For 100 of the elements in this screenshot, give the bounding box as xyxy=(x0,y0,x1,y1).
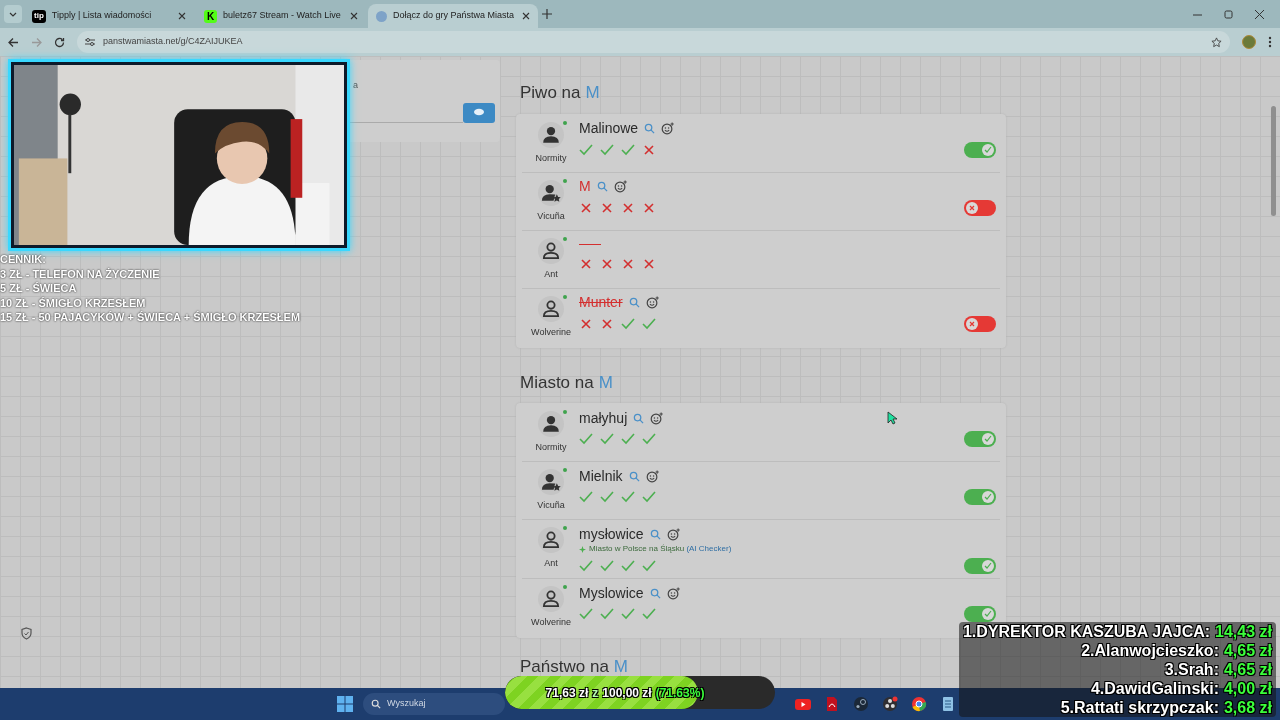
answer-text: Munter xyxy=(579,293,623,312)
browser-icon[interactable] xyxy=(911,696,927,712)
check-icon[interactable] xyxy=(579,560,593,572)
maximize-icon[interactable] xyxy=(1224,10,1233,19)
cross-icon[interactable] xyxy=(600,317,614,330)
check-icon[interactable] xyxy=(600,608,614,620)
cross-icon[interactable] xyxy=(642,201,656,214)
vote-toggle[interactable] xyxy=(964,199,996,216)
scrollbar-thumb[interactable] xyxy=(1271,106,1276,216)
cross-icon[interactable] xyxy=(600,257,614,270)
answer-text: Mielnik xyxy=(579,466,623,486)
close-icon[interactable] xyxy=(350,12,358,20)
emoji-add-icon[interactable] xyxy=(645,469,659,483)
notepad-icon[interactable] xyxy=(940,696,956,712)
donor-name: 2.Alanwojcieszko: xyxy=(1081,641,1219,660)
check-icon[interactable] xyxy=(642,608,656,620)
cross-icon[interactable] xyxy=(579,317,593,330)
player-name: Normity xyxy=(535,441,567,454)
browser-tab[interactable]: tip Tipply | Lista wiadomości xyxy=(24,4,194,28)
check-icon[interactable] xyxy=(642,317,656,330)
profile-avatar-icon[interactable] xyxy=(1242,35,1256,49)
emoji-add-icon[interactable] xyxy=(613,180,627,193)
cross-icon[interactable] xyxy=(642,257,656,270)
cross-icon[interactable] xyxy=(621,201,635,214)
search-icon xyxy=(371,699,381,709)
check-icon[interactable] xyxy=(600,560,614,572)
cross-icon[interactable] xyxy=(621,257,635,270)
menu-icon[interactable] xyxy=(1268,36,1272,48)
search-icon[interactable] xyxy=(649,528,661,540)
reload-icon[interactable] xyxy=(54,36,65,48)
check-icon[interactable] xyxy=(600,433,614,445)
cross-icon[interactable] xyxy=(600,201,614,214)
star-icon[interactable] xyxy=(1211,36,1222,48)
check-icon[interactable] xyxy=(621,560,635,572)
search-icon[interactable] xyxy=(633,412,645,424)
close-icon[interactable] xyxy=(178,12,186,20)
category-title: Państwo na xyxy=(520,656,609,678)
search-icon[interactable] xyxy=(628,470,640,482)
vote-toggle[interactable] xyxy=(964,489,996,505)
check-icon[interactable] xyxy=(642,560,656,572)
back-icon[interactable] xyxy=(8,36,19,48)
vote-toggle[interactable] xyxy=(964,141,996,158)
taskbar-search-field[interactable]: Wyszukaj xyxy=(363,693,505,715)
tab-list-button[interactable] xyxy=(4,5,22,23)
check-icon[interactable] xyxy=(579,608,593,620)
check-icon[interactable] xyxy=(642,491,656,503)
avatar-icon xyxy=(538,179,564,206)
check-icon[interactable] xyxy=(621,317,635,330)
cross-icon[interactable] xyxy=(642,143,656,156)
close-icon[interactable] xyxy=(522,12,530,20)
answer-text: Myslowice xyxy=(579,583,644,603)
donation-amount: 4,65 zł xyxy=(1223,660,1272,679)
vote-toggle[interactable] xyxy=(964,558,996,574)
vote-toggle[interactable] xyxy=(964,606,996,622)
document-icon[interactable] xyxy=(824,696,840,712)
emoji-add-icon[interactable] xyxy=(661,122,675,135)
check-icon[interactable] xyxy=(621,491,635,503)
check-icon[interactable] xyxy=(621,608,635,620)
check-icon[interactable] xyxy=(579,143,593,156)
check-icon[interactable] xyxy=(642,433,656,445)
check-icon[interactable] xyxy=(600,143,614,156)
site-logo: tip xyxy=(32,9,46,23)
goal-raised: 71,63 zł xyxy=(545,684,589,702)
search-icon[interactable] xyxy=(649,587,661,599)
check-icon[interactable] xyxy=(579,491,593,503)
check-icon[interactable] xyxy=(621,143,635,156)
search-icon[interactable] xyxy=(596,181,608,192)
vote-toggle[interactable] xyxy=(964,315,996,332)
windows-logo-icon[interactable] xyxy=(337,696,353,712)
answer-text: małyhuj xyxy=(579,408,628,428)
vote-toggle[interactable] xyxy=(964,431,996,447)
goal-separator: z xyxy=(592,684,599,702)
donation-amount: 3,68 zł xyxy=(1223,698,1272,717)
emoji-add-icon[interactable] xyxy=(666,527,680,541)
emoji-add-icon[interactable] xyxy=(650,411,664,425)
url-text: panstwamiasta.net/g/C4ZAIJUKEA xyxy=(103,35,244,49)
browser-tab[interactable]: K buletz67 Stream - Watch Live xyxy=(196,4,366,28)
search-icon[interactable] xyxy=(644,123,656,134)
address-bar[interactable]: panstwamiasta.net/g/C4ZAIJUKEA xyxy=(77,31,1230,53)
check-icon[interactable] xyxy=(579,433,593,445)
caret-icon xyxy=(9,11,17,17)
browser-tab[interactable]: Dołącz do gry Państwa Miasta xyxy=(368,4,538,28)
check-icon[interactable] xyxy=(621,433,635,445)
cross-icon[interactable] xyxy=(579,257,593,270)
play-icon[interactable] xyxy=(795,696,811,712)
new-tab-icon[interactable] xyxy=(542,9,552,19)
check-icon[interactable] xyxy=(600,491,614,503)
shield-icon[interactable] xyxy=(18,625,35,642)
search-icon[interactable] xyxy=(628,297,640,308)
avatar-icon xyxy=(538,586,564,612)
forward-icon[interactable] xyxy=(31,36,42,48)
avatar-icon xyxy=(538,237,564,264)
emoji-add-icon[interactable] xyxy=(666,586,680,600)
emoji-add-icon[interactable] xyxy=(645,296,659,309)
send-message-button[interactable] xyxy=(463,102,495,123)
ai-note: Miasto w Polsce na Śląsku (AI Checker) xyxy=(589,543,732,555)
close-icon[interactable] xyxy=(1255,10,1264,19)
cross-icon[interactable] xyxy=(579,201,593,214)
site-settings-icon[interactable] xyxy=(85,37,95,47)
player-name: Normity xyxy=(535,151,567,165)
